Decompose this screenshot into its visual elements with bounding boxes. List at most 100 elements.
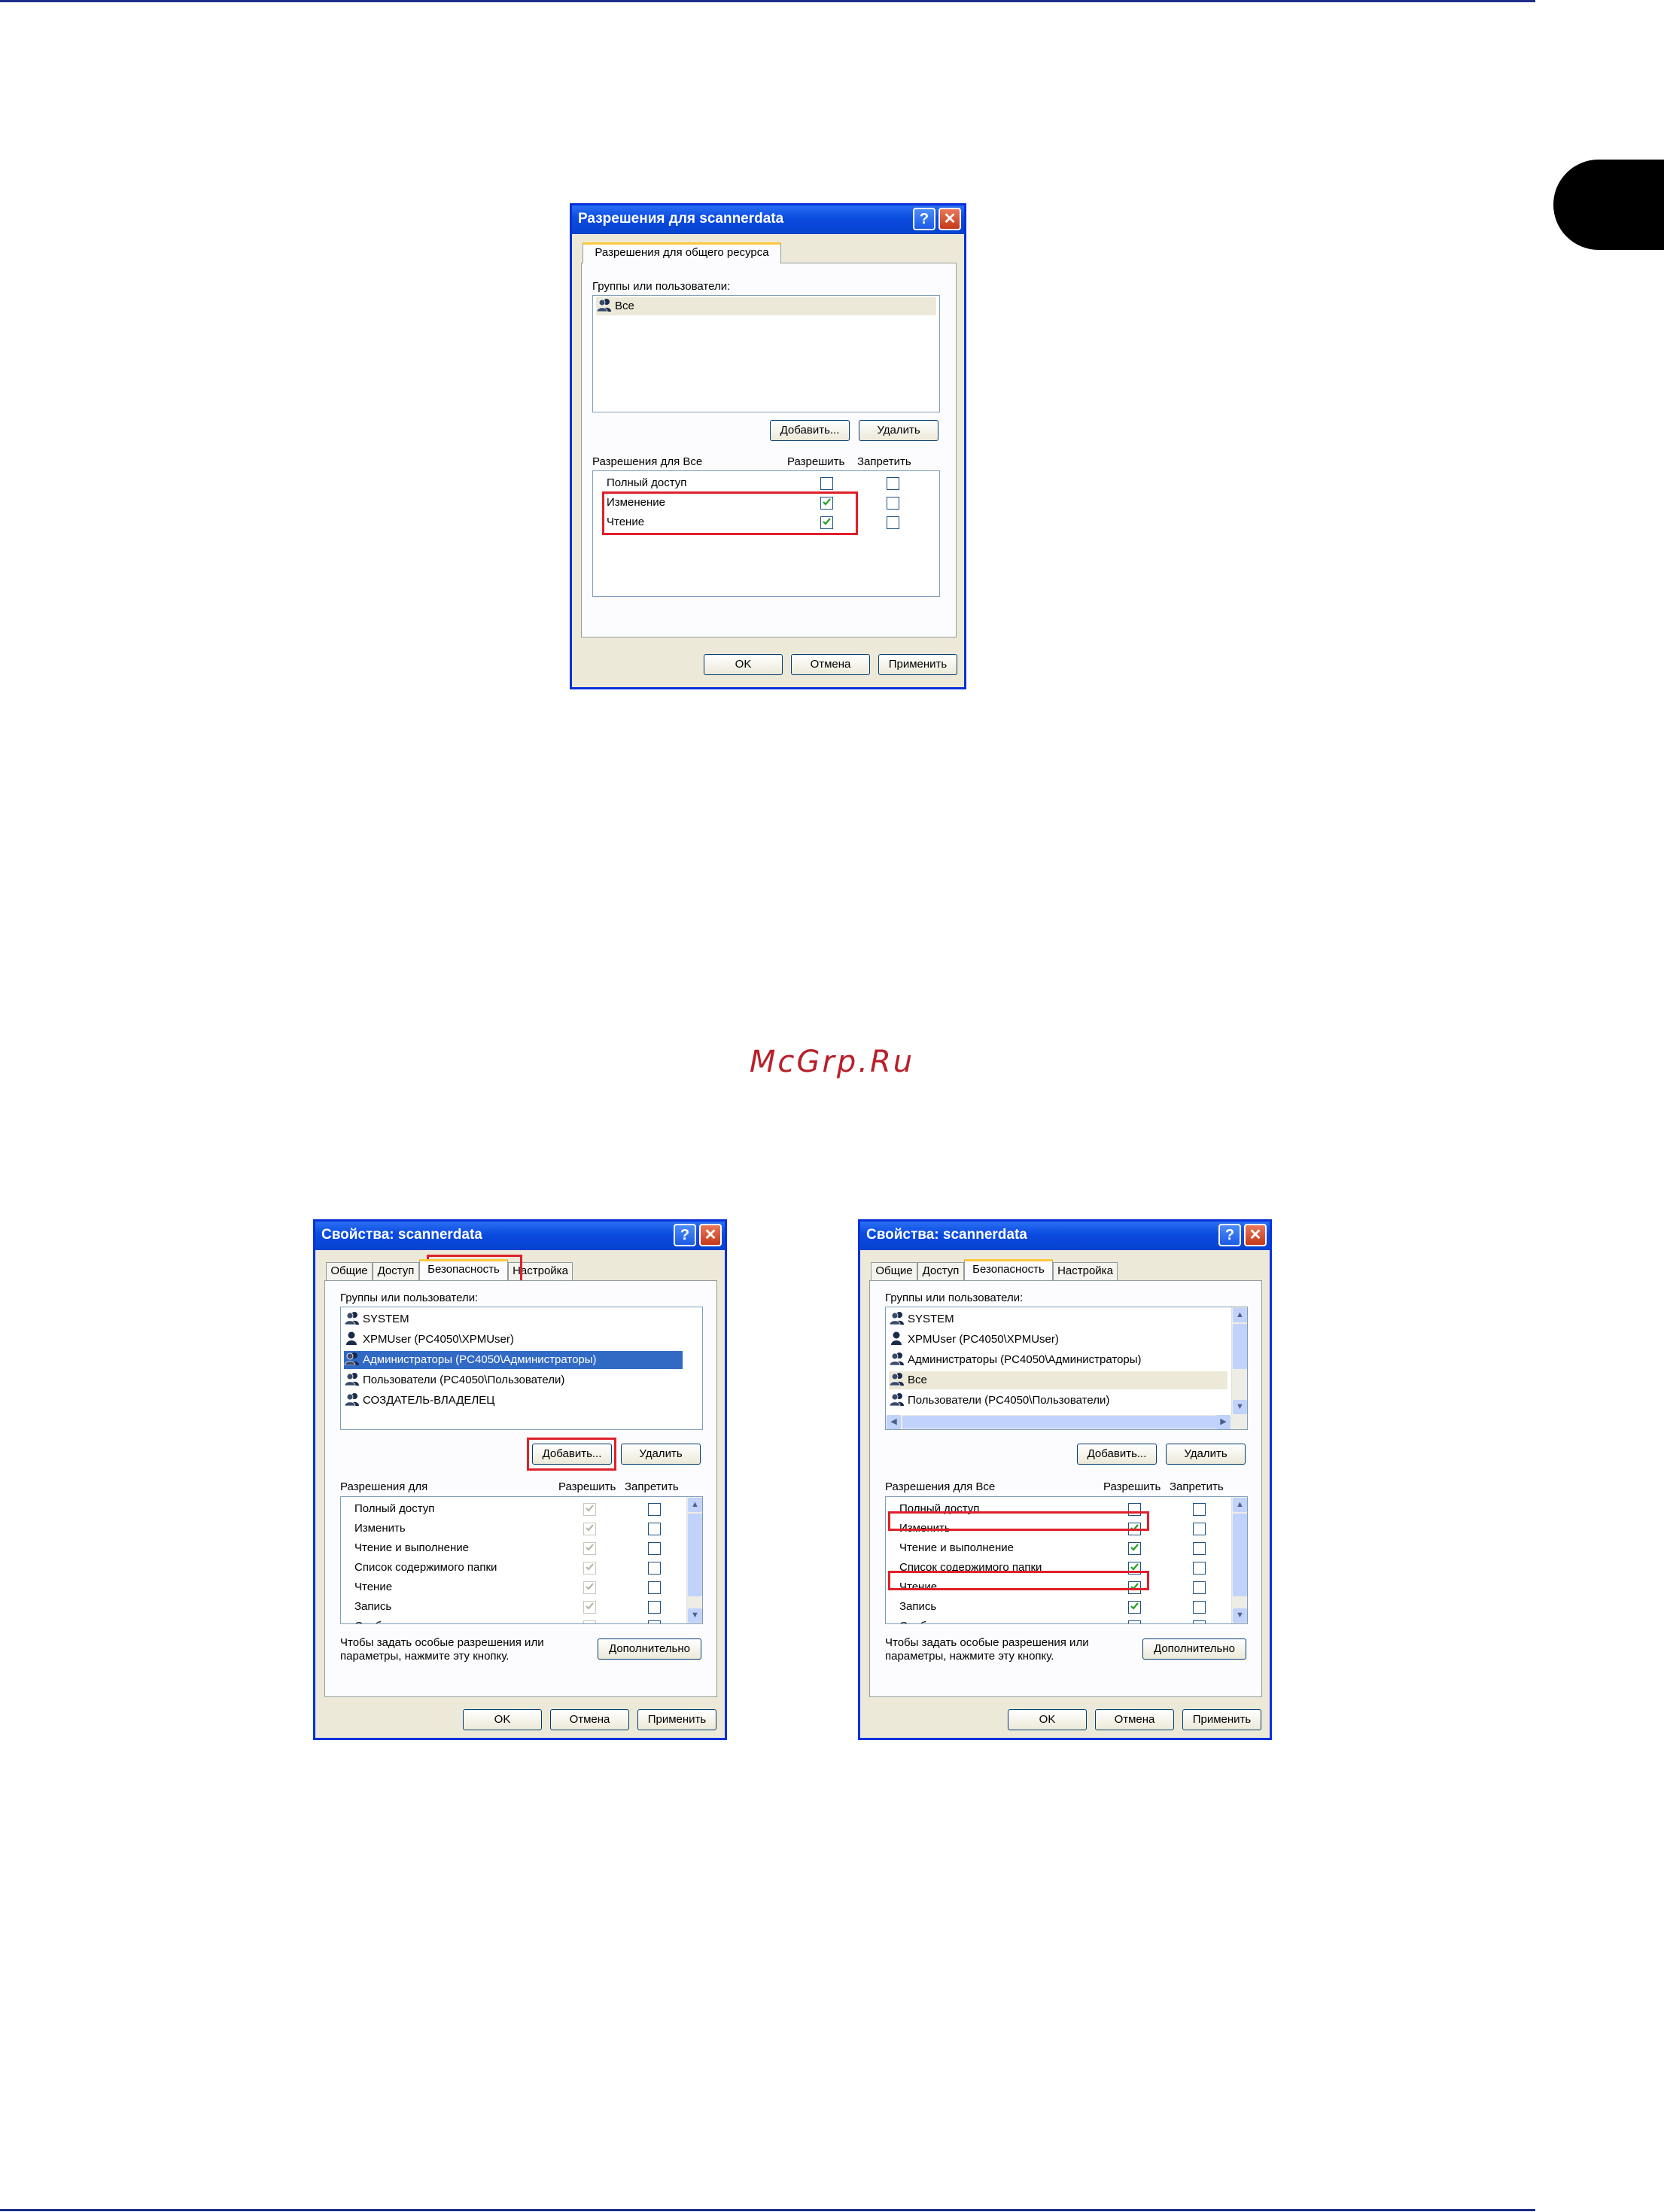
deny-checkbox[interactable] <box>1193 1562 1206 1575</box>
allow-checkbox[interactable] <box>820 477 833 490</box>
allow-checkbox[interactable] <box>583 1620 596 1623</box>
hscroll-thumb[interactable] <box>902 1416 1218 1429</box>
tab-sharing[interactable]: Доступ <box>917 1262 964 1280</box>
tab-security[interactable]: Безопасность <box>419 1259 508 1280</box>
list-item-user[interactable]: XPMUser (PC4050\XPMUser) <box>889 1331 1227 1349</box>
tab-share-permissions[interactable]: Разрешения для общего ресурса <box>583 242 781 263</box>
deny-checkbox[interactable] <box>1193 1523 1206 1535</box>
list-item-user[interactable]: СОЗДАТЕЛЬ-ВЛАДЕЛЕЦ <box>344 1392 683 1410</box>
list-item-user[interactable]: SYSTEM <box>889 1310 1227 1328</box>
close-button[interactable]: ✕ <box>1244 1224 1267 1246</box>
ok-button[interactable]: OK <box>1008 1709 1087 1730</box>
advanced-button[interactable]: Дополнительно <box>598 1638 701 1660</box>
allow-checkbox[interactable] <box>1128 1542 1141 1555</box>
allow-checkbox[interactable] <box>583 1601 596 1614</box>
scroll-thumb[interactable] <box>688 1514 702 1596</box>
help-button[interactable]: ? <box>1218 1224 1241 1246</box>
add-button[interactable]: Добавить... <box>770 420 850 441</box>
deny-checkbox[interactable] <box>1193 1542 1206 1555</box>
deny-header: Запретить <box>1170 1480 1224 1493</box>
allow-checkbox[interactable] <box>583 1542 596 1555</box>
advanced-button[interactable]: Дополнительно <box>1142 1638 1246 1660</box>
deny-checkbox[interactable] <box>1193 1601 1206 1614</box>
deny-checkbox[interactable] <box>648 1523 661 1535</box>
deny-checkbox[interactable] <box>648 1620 661 1623</box>
remove-button[interactable]: Удалить <box>621 1444 701 1465</box>
list-item-everyone[interactable]: Все <box>596 297 936 315</box>
users-scrollbar[interactable]: ▲ ▼ <box>1231 1307 1247 1415</box>
add-button[interactable]: Добавить... <box>1077 1444 1157 1465</box>
user-name: Все <box>908 1374 927 1386</box>
scroll-thumb[interactable] <box>1233 1514 1247 1596</box>
users-hscrollbar[interactable]: ◀ ▶ <box>886 1415 1247 1429</box>
scroll-right-arrow[interactable]: ▶ <box>1216 1415 1231 1429</box>
scroll-left-arrow[interactable]: ◀ <box>887 1415 901 1429</box>
help-button[interactable]: ? <box>913 208 935 230</box>
allow-checkbox[interactable] <box>1128 1620 1141 1623</box>
help-button[interactable]: ? <box>674 1224 696 1246</box>
users-list[interactable]: SYSTEM XPMUser (PC4050\XPMUser) Администра… <box>340 1307 703 1430</box>
checkmark-icon <box>586 1544 594 1552</box>
list-item-user[interactable]: XPMUser (PC4050\XPMUser) <box>344 1331 683 1349</box>
tab-customize[interactable]: Настройка <box>1053 1262 1118 1280</box>
allow-checkbox[interactable] <box>583 1562 596 1575</box>
allow-checkbox[interactable] <box>583 1523 596 1535</box>
allow-checkbox[interactable] <box>1128 1601 1141 1614</box>
deny-checkbox[interactable] <box>648 1562 661 1575</box>
allow-checkbox[interactable] <box>583 1503 596 1516</box>
deny-checkbox[interactable] <box>648 1601 661 1614</box>
scroll-down-arrow[interactable]: ▼ <box>688 1608 702 1623</box>
deny-checkbox[interactable] <box>1193 1581 1206 1594</box>
user-name: XPMUser (PC4050\XPMUser) <box>363 1333 514 1346</box>
permissions-scrollbar[interactable]: ▲ ▼ <box>1231 1497 1247 1623</box>
scroll-thumb[interactable] <box>1233 1324 1247 1369</box>
users-list[interactable]: Все <box>592 295 940 412</box>
remove-button[interactable]: Удалить <box>859 420 938 441</box>
list-item-user[interactable]: Администраторы (PC4050\Администраторы) <box>889 1351 1227 1369</box>
highlight-change <box>888 1511 1149 1531</box>
cancel-button[interactable]: Отмена <box>1095 1709 1174 1730</box>
share-permissions-dialog: Разрешения для scannerdata ? ✕ Разрешени… <box>570 203 966 689</box>
scroll-up-arrow[interactable]: ▲ <box>1233 1308 1247 1322</box>
list-item-user[interactable]: SYSTEM <box>344 1310 683 1328</box>
allow-checkbox[interactable] <box>583 1581 596 1594</box>
chapter-tab-marker <box>1553 160 1664 250</box>
list-item-user[interactable]: Администраторы (PC4050\Администраторы) <box>344 1351 683 1369</box>
cancel-button[interactable]: Отмена <box>791 654 870 675</box>
tab-general[interactable]: Общие <box>326 1262 373 1280</box>
close-button[interactable]: ✕ <box>699 1224 722 1246</box>
list-item-user[interactable]: Пользователи (PC4050\Пользователи) <box>344 1371 683 1389</box>
list-item-user[interactable]: Пользователи (PC4050\Пользователи) <box>889 1392 1227 1410</box>
deny-checkbox[interactable] <box>648 1581 661 1594</box>
deny-checkbox[interactable] <box>648 1503 661 1516</box>
remove-button[interactable]: Удалить <box>1166 1444 1246 1465</box>
scroll-down-arrow[interactable]: ▼ <box>1233 1608 1247 1623</box>
deny-checkbox[interactable] <box>1193 1503 1206 1516</box>
ok-button[interactable]: OK <box>704 654 783 675</box>
deny-checkbox[interactable] <box>648 1542 661 1555</box>
apply-button[interactable]: Применить <box>1182 1709 1261 1730</box>
tab-sharing[interactable]: Доступ <box>373 1262 419 1280</box>
deny-checkbox[interactable] <box>887 477 899 490</box>
close-button[interactable]: ✕ <box>938 208 961 230</box>
deny-checkbox[interactable] <box>887 516 899 529</box>
list-item-user[interactable]: Все <box>889 1371 1227 1389</box>
tab-general[interactable]: Общие <box>871 1262 917 1280</box>
groups-label: Группы или пользователи: <box>592 280 731 293</box>
users-icon <box>344 1392 360 1406</box>
permissions-scrollbar[interactable]: ▲ ▼ <box>686 1497 702 1623</box>
permission-name: Список содержимого папки <box>354 1561 497 1574</box>
tab-security[interactable]: Безопасность <box>964 1259 1053 1280</box>
permission-name: Чтение и выполнение <box>899 1541 1015 1554</box>
deny-checkbox[interactable] <box>1193 1620 1206 1623</box>
users-list[interactable]: ▲ ▼ ◀ ▶ SYSTEM XPMUser (PC4050\XPMUser) Ад… <box>885 1307 1248 1430</box>
ok-button[interactable]: OK <box>463 1709 542 1730</box>
apply-button[interactable]: Применить <box>637 1709 716 1730</box>
cancel-button[interactable]: Отмена <box>550 1709 629 1730</box>
scroll-down-arrow[interactable]: ▼ <box>1233 1400 1247 1414</box>
deny-checkbox[interactable] <box>887 497 899 510</box>
scroll-up-arrow[interactable]: ▲ <box>688 1498 702 1512</box>
scroll-up-arrow[interactable]: ▲ <box>1233 1498 1247 1512</box>
apply-button[interactable]: Применить <box>878 654 957 675</box>
properties-dialog-security-admin: Свойства: scannerdata ? ✕ Общие Доступ Б… <box>313 1219 727 1740</box>
